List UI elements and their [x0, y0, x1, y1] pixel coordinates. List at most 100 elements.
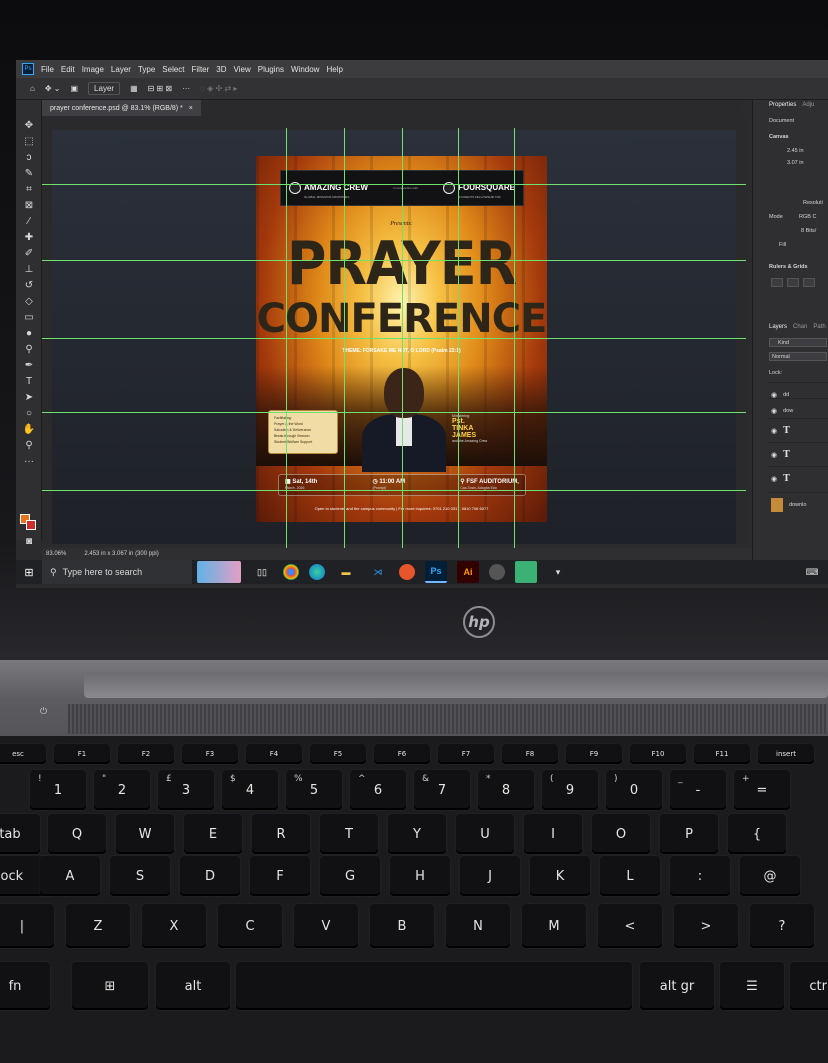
- guide-horizontal[interactable]: [42, 184, 746, 185]
- key-f6[interactable]: F6: [374, 744, 430, 764]
- 3d-mode-icons[interactable]: ◌ ◈ ✣ ⇄ ▸: [200, 84, 237, 93]
- key-fn[interactable]: fn: [0, 962, 50, 1010]
- menu-type[interactable]: Type: [138, 65, 155, 74]
- guide-vertical[interactable]: [458, 128, 459, 550]
- key-f9[interactable]: F9: [566, 744, 622, 764]
- guides-toggle-icon[interactable]: [803, 278, 815, 287]
- canvas-area[interactable]: AMAZING CREW GLOBAL MISSIONS MINISTRIES …: [42, 116, 746, 544]
- key-j[interactable]: J: [460, 856, 520, 896]
- canvas-width[interactable]: 2.45 in: [787, 148, 804, 154]
- hand-tool-icon[interactable]: ✋: [22, 424, 36, 436]
- tab-adjustments[interactable]: Adju: [802, 102, 814, 108]
- key-4[interactable]: % 5: [286, 770, 342, 810]
- key->[interactable]: >: [674, 904, 738, 948]
- key-space[interactable]: [236, 962, 632, 1010]
- key-?[interactable]: ?: [750, 904, 814, 948]
- key-b[interactable]: B: [370, 904, 434, 948]
- gradient-tool-icon[interactable]: ▭: [22, 312, 36, 324]
- canvas-height[interactable]: 3.07 in: [787, 160, 804, 166]
- layer-select-dropdown[interactable]: Layer: [88, 82, 121, 95]
- snip-icon[interactable]: [399, 564, 415, 580]
- key-3[interactable]: $4: [222, 770, 278, 810]
- menu-plugins[interactable]: Plugins: [258, 65, 284, 74]
- key-c[interactable]: C: [218, 904, 282, 948]
- move-tool-icon[interactable]: ✥: [22, 120, 36, 132]
- tab-properties[interactable]: Properties: [769, 102, 796, 108]
- grid-toggle-icon[interactable]: [787, 278, 799, 287]
- key-y[interactable]: Y: [388, 814, 446, 854]
- more-tools-icon[interactable]: ···: [22, 456, 36, 468]
- key-2[interactable]: £3: [158, 770, 214, 810]
- zoom-tool-icon[interactable]: ⚲: [22, 440, 36, 452]
- key-:[interactable]: :: [670, 856, 730, 896]
- key-d[interactable]: D: [180, 856, 240, 896]
- key-n[interactable]: N: [446, 904, 510, 948]
- key-i[interactable]: I: [524, 814, 582, 854]
- key-v[interactable]: V: [294, 904, 358, 948]
- menu-help[interactable]: Help: [326, 65, 342, 74]
- mode-value[interactable]: RGB C: [799, 214, 816, 220]
- key-z[interactable]: Z: [66, 904, 130, 948]
- menu-filter[interactable]: Filter: [192, 65, 210, 74]
- key-|[interactable]: |: [0, 904, 54, 948]
- auto-select-icon[interactable]: ▣: [70, 84, 78, 93]
- brush-tool-icon[interactable]: ✐: [22, 248, 36, 260]
- keyboard-layout-icon[interactable]: ⌨: [801, 561, 823, 583]
- eye-icon[interactable]: ◉: [771, 407, 777, 415]
- key-t[interactable]: T: [320, 814, 378, 854]
- key-s[interactable]: S: [110, 856, 170, 896]
- windows-start-icon[interactable]: ⊞: [16, 560, 42, 584]
- key-q[interactable]: Q: [48, 814, 106, 854]
- guide-vertical[interactable]: [514, 128, 515, 550]
- eye-icon[interactable]: ◉: [771, 475, 777, 483]
- key-alt[interactable]: alt: [156, 962, 230, 1010]
- layer-row[interactable]: ◉ T: [767, 442, 828, 466]
- menu-3d[interactable]: 3D: [216, 65, 226, 74]
- lasso-tool-icon[interactable]: ↄ: [22, 152, 36, 164]
- key-h[interactable]: H: [390, 856, 450, 896]
- key-@[interactable]: @: [740, 856, 800, 896]
- key-f11[interactable]: F11: [694, 744, 750, 764]
- key-a[interactable]: A: [40, 856, 100, 896]
- tab-channels[interactable]: Chan: [793, 324, 807, 330]
- close-icon[interactable]: ×: [189, 105, 193, 112]
- guide-horizontal[interactable]: [42, 412, 746, 413]
- key-m[interactable]: M: [522, 904, 586, 948]
- key-f1[interactable]: F1: [54, 744, 110, 764]
- edge-icon[interactable]: [309, 564, 325, 580]
- chrome-icon[interactable]: [283, 564, 299, 580]
- kind-filter[interactable]: Kind: [769, 338, 827, 347]
- file-explorer-icon[interactable]: ▬: [335, 561, 357, 583]
- photoshop-icon[interactable]: Ps: [425, 561, 447, 583]
- layer-row[interactable]: downlo: [767, 492, 828, 516]
- key-e[interactable]: E: [184, 814, 242, 854]
- guide-horizontal[interactable]: [42, 490, 746, 491]
- eye-icon[interactable]: ◉: [771, 451, 777, 459]
- key-f7[interactable]: F7: [438, 744, 494, 764]
- task-view-icon[interactable]: ▯▯: [251, 561, 273, 583]
- key-r[interactable]: R: [252, 814, 310, 854]
- menu-view[interactable]: View: [234, 65, 251, 74]
- move-tool-icon[interactable]: ✥ ⌄: [45, 84, 61, 93]
- marquee-tool-icon[interactable]: ⬚: [22, 136, 36, 148]
- key-11[interactable]: + =: [734, 770, 790, 810]
- eye-icon[interactable]: ◉: [771, 427, 777, 435]
- key-1[interactable]: " 2: [94, 770, 150, 810]
- app-icon[interactable]: [515, 561, 537, 583]
- guide-vertical[interactable]: [344, 128, 345, 550]
- guide-horizontal[interactable]: [42, 260, 746, 261]
- guide-horizontal[interactable]: [42, 338, 746, 339]
- align-icons[interactable]: ⊟ ⊞ ⊠: [148, 84, 173, 93]
- zoom-level[interactable]: 83.06%: [46, 551, 66, 557]
- key-ctrl[interactable]: ctrl: [790, 962, 828, 1010]
- tab-paths[interactable]: Path: [813, 324, 825, 330]
- menu-window[interactable]: Window: [291, 65, 319, 74]
- type-tool-icon[interactable]: T: [22, 376, 36, 388]
- stamp-tool-icon[interactable]: ⊥: [22, 264, 36, 276]
- tab-layers[interactable]: Layers: [769, 324, 787, 330]
- key-u[interactable]: U: [456, 814, 514, 854]
- eyedropper-tool-icon[interactable]: ⁄: [22, 216, 36, 228]
- key-k[interactable]: K: [530, 856, 590, 896]
- quick-mask-icon[interactable]: ◙: [22, 536, 36, 548]
- menu-layer[interactable]: Layer: [111, 65, 131, 74]
